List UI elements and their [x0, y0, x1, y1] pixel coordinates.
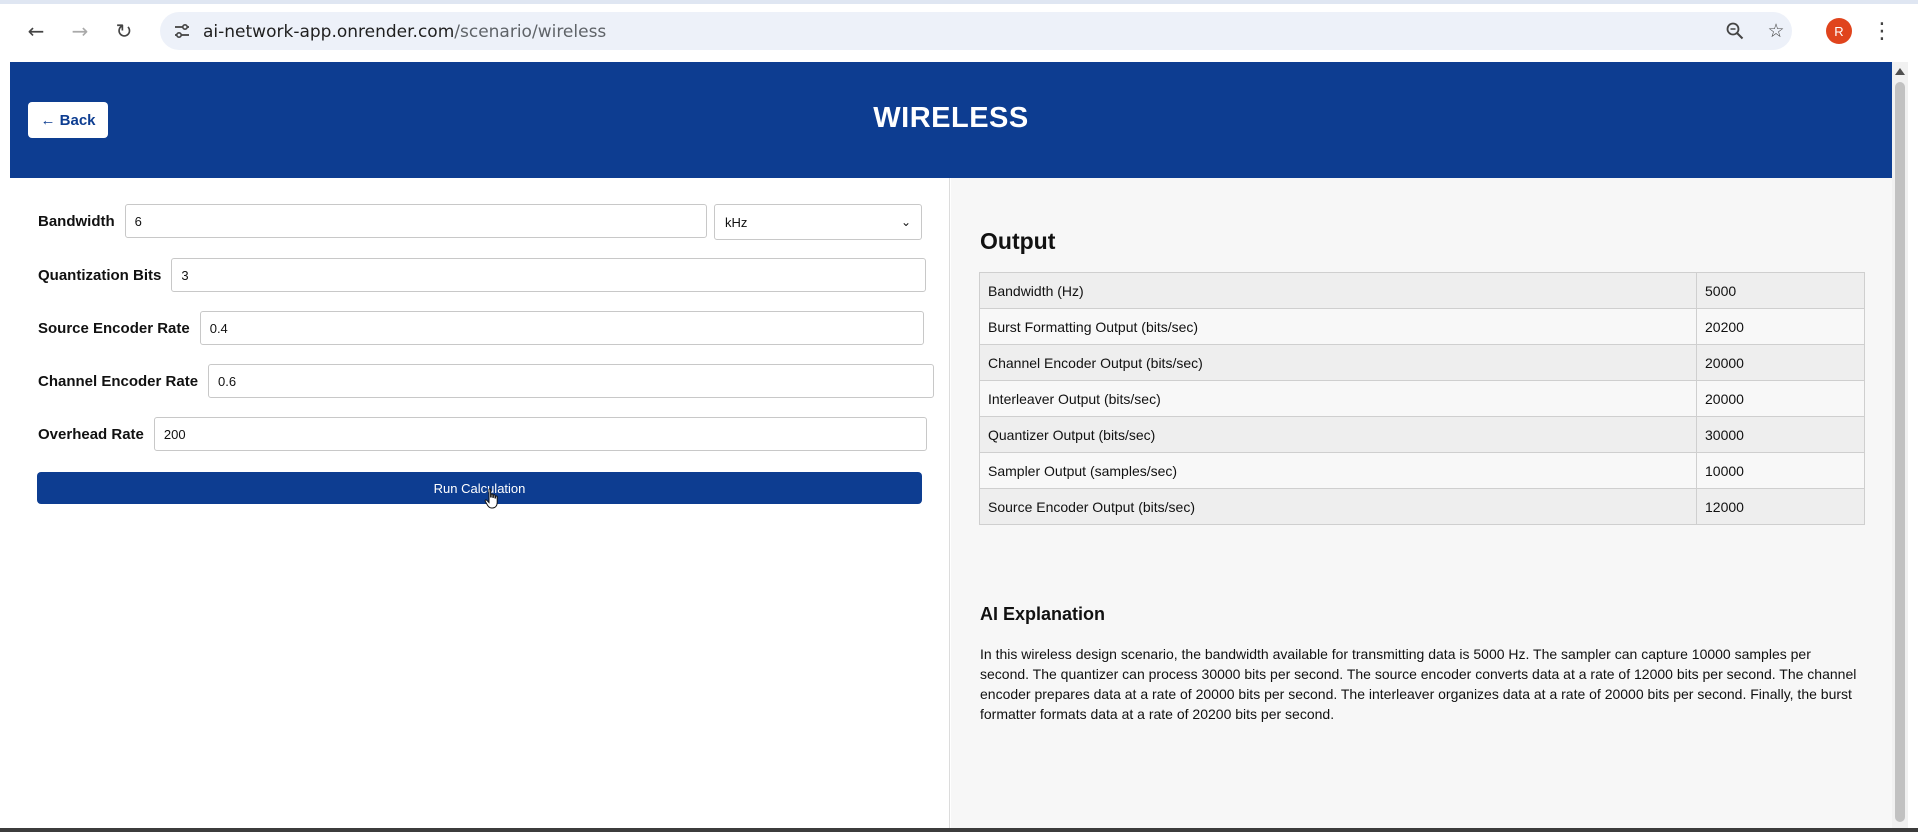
page-scrollbar[interactable]	[1892, 62, 1908, 828]
url-text[interactable]: ai-network-app.onrender.com/scenario/wir…	[203, 22, 606, 42]
table-row: Sampler Output (samples/sec) 10000	[979, 452, 1865, 489]
avatar[interactable]: R	[1826, 18, 1852, 44]
run-calculation-button[interactable]: Run Calculation	[37, 472, 922, 504]
table-row: Bandwidth (Hz) 5000	[979, 272, 1865, 309]
table-cell-label: Source Encoder Output (bits/sec)	[979, 488, 1697, 525]
arrow-right-icon[interactable]: →	[64, 15, 96, 47]
scroll-up-arrow-icon[interactable]	[1895, 68, 1905, 75]
url-path: /scenario/wireless	[454, 22, 607, 42]
table-cell-value: 10000	[1696, 452, 1865, 489]
arrow-left-icon[interactable]: ←	[20, 15, 52, 47]
table-cell-label: Bandwidth (Hz)	[979, 272, 1697, 309]
channel-encoder-rate-input[interactable]: 0.6	[208, 364, 935, 398]
quantization-bits-row: Quantization Bits 3	[38, 258, 927, 292]
overhead-rate-input[interactable]: 200	[153, 417, 927, 451]
table-cell-value: 12000	[1696, 488, 1865, 525]
window-edge	[0, 62, 10, 828]
overhead-rate-label: Overhead Rate	[38, 425, 144, 443]
channel-encoder-rate-row: Channel Encoder Rate 0.6	[38, 364, 935, 398]
table-cell-label: Quantizer Output (bits/sec)	[979, 416, 1697, 453]
source-encoder-rate-row: Source Encoder Rate 0.4	[38, 311, 924, 345]
window-bottom-edge	[0, 828, 1918, 832]
chevron-down-icon: ⌄	[900, 215, 911, 229]
browser-toolbar: ← → ↻ ai-network-app.onrender.com/scenar…	[0, 0, 1918, 62]
table-cell-value: 5000	[1696, 272, 1865, 309]
scrollbar-thumb[interactable]	[1895, 82, 1905, 822]
input-panel: Bandwidth 6 kHz ⌄ Quantization Bits 3 So…	[10, 178, 950, 828]
table-cell-label: Sampler Output (samples/sec)	[979, 452, 1697, 489]
bandwidth-label: Bandwidth	[38, 212, 115, 230]
table-row: Quantizer Output (bits/sec) 30000	[979, 416, 1865, 453]
channel-encoder-rate-label: Channel Encoder Rate	[38, 372, 199, 390]
overhead-rate-row: Overhead Rate 200	[38, 417, 927, 451]
output-table: Bandwidth (Hz) 5000 Burst Formatting Out…	[979, 272, 1865, 525]
table-cell-value: 20000	[1696, 344, 1865, 381]
page-title: WIRELESS	[873, 102, 1029, 134]
output-panel: Output Bandwidth (Hz) 5000 Burst Formatt…	[951, 178, 1892, 828]
table-cell-value: 20200	[1696, 308, 1865, 345]
page-header: ← Back WIRELESS	[10, 62, 1892, 178]
quantization-bits-label: Quantization Bits	[38, 266, 162, 284]
table-cell-label: Channel Encoder Output (bits/sec)	[979, 344, 1697, 381]
zoom-icon[interactable]	[1723, 19, 1747, 43]
table-cell-value: 30000	[1696, 416, 1865, 453]
table-cell-label: Burst Formatting Output (bits/sec)	[979, 308, 1697, 345]
source-encoder-rate-label: Source Encoder Rate	[38, 319, 190, 337]
address-bar[interactable]: ai-network-app.onrender.com/scenario/wir…	[160, 12, 1792, 50]
tune-icon[interactable]	[170, 19, 194, 43]
quantization-bits-input[interactable]: 3	[171, 258, 927, 292]
url-host: ai-network-app.onrender.com	[203, 22, 455, 42]
bandwidth-row: Bandwidth 6	[38, 204, 707, 238]
table-row: Interleaver Output (bits/sec) 20000	[979, 380, 1865, 417]
kebab-menu-icon[interactable]: ⋮	[1870, 15, 1894, 47]
bandwidth-input[interactable]: 6	[124, 204, 707, 238]
table-row: Channel Encoder Output (bits/sec) 20000	[979, 344, 1865, 381]
source-encoder-rate-input[interactable]: 0.4	[199, 311, 924, 345]
table-row: Burst Formatting Output (bits/sec) 20200	[979, 308, 1865, 345]
reload-icon[interactable]: ↻	[108, 15, 140, 47]
table-cell-value: 20000	[1696, 380, 1865, 417]
bandwidth-unit-select[interactable]: kHz ⌄	[714, 204, 922, 240]
page-viewport: ← Back WIRELESS Bandwidth 6 kHz ⌄ Quanti…	[10, 62, 1892, 828]
star-icon[interactable]: ☆	[1764, 19, 1788, 43]
hand-cursor-icon	[484, 488, 498, 509]
table-row: Source Encoder Output (bits/sec) 12000	[979, 488, 1865, 525]
table-cell-label: Interleaver Output (bits/sec)	[979, 380, 1697, 417]
tab-strip-edge	[0, 0, 1918, 4]
ai-explanation-title: AI Explanation	[980, 604, 1106, 624]
ai-explanation-text: In this wireless design scenario, the ba…	[980, 646, 1857, 722]
output-title: Output	[980, 228, 1056, 254]
unit-select-value: kHz	[725, 214, 748, 230]
